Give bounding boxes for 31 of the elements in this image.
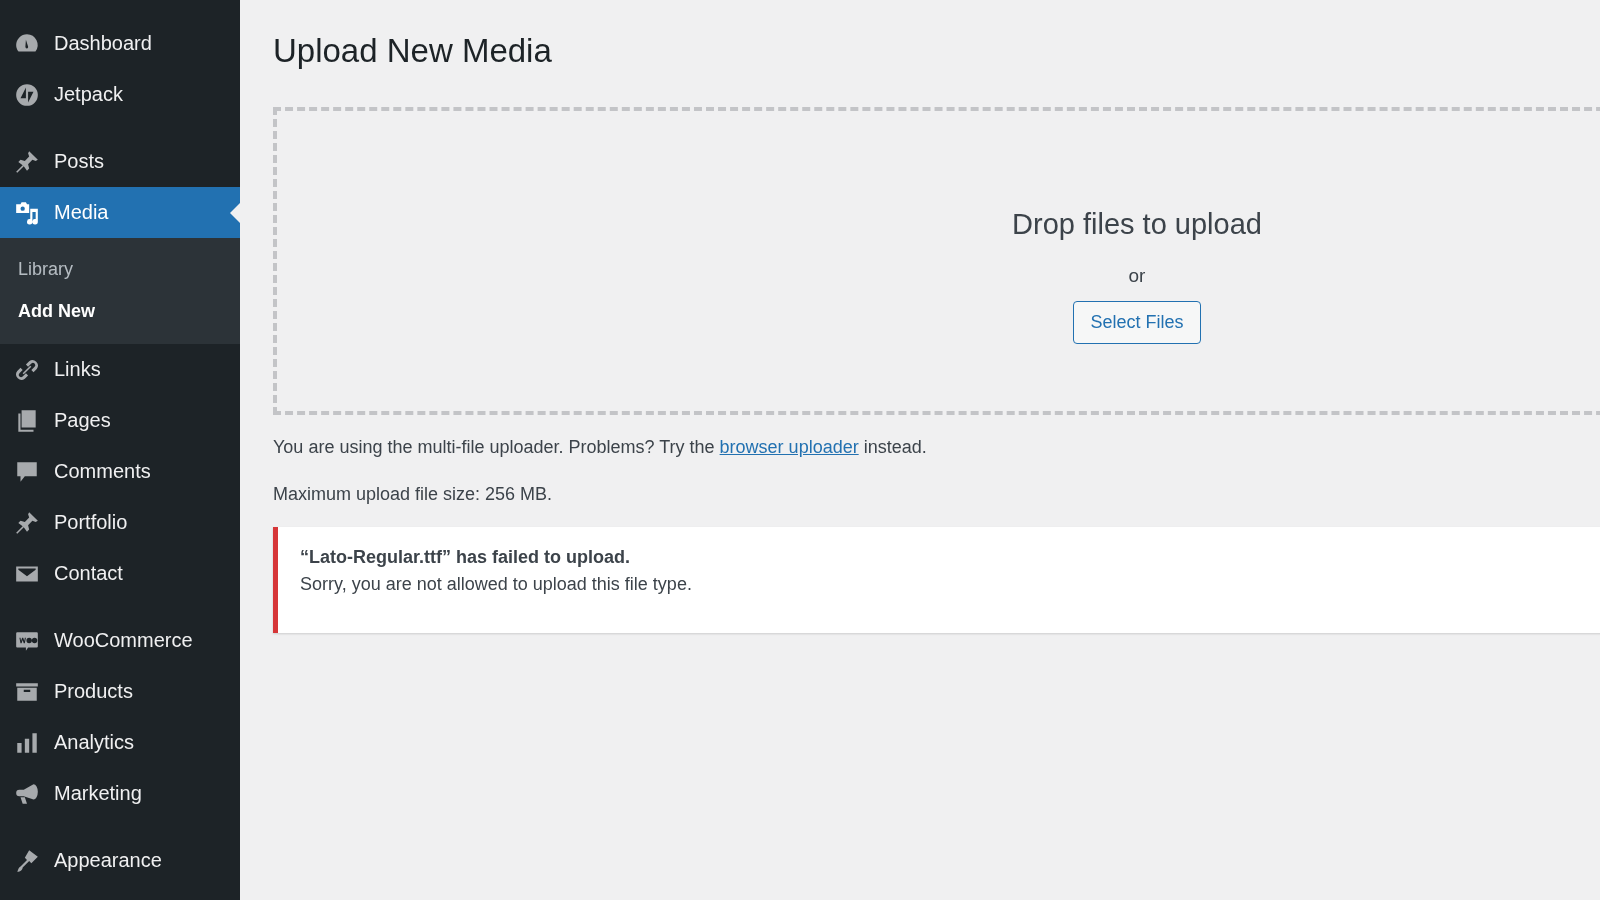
submenu-item[interactable]: Add New <box>0 290 240 332</box>
drop-heading: Drop files to upload <box>1012 208 1262 241</box>
pushpin-icon <box>14 509 40 536</box>
error-message: Sorry, you are not allowed to upload this file type. <box>300 574 693 595</box>
paintbrush-icon <box>14 847 40 874</box>
page-title: Upload New Media <box>273 32 553 70</box>
menu-item[interactable]: Portfolio <box>0 497 240 548</box>
menu-item[interactable]: Dashboard <box>0 18 240 69</box>
menu-item[interactable]: WooCommerce <box>0 615 240 666</box>
browser-uploader-link[interactable]: browser uploader <box>719 437 859 457</box>
menu-item[interactable]: Links <box>0 344 240 395</box>
menu-item[interactable]: Marketing <box>0 768 240 819</box>
menu-item[interactable]: Jetpack <box>0 69 240 120</box>
menu-item[interactable]: Posts <box>0 136 240 187</box>
menu-item[interactable]: Media <box>0 187 240 238</box>
media-icon <box>14 199 40 226</box>
uploader-note: You are using the multi-file uploader. Problems? Try the browser uploader instead. <box>273 437 928 458</box>
drop-zone[interactable]: Drop files to upload or Select Files <box>273 107 1600 415</box>
or-text: or <box>1128 265 1146 287</box>
menu-item[interactable]: Contact <box>0 548 240 599</box>
bolt-icon <box>14 81 40 108</box>
menu-item[interactable]: Appearance <box>0 835 240 886</box>
submenu-item[interactable]: Library <box>0 248 240 290</box>
menu-item[interactable]: Comments <box>0 446 240 497</box>
pushpin-icon <box>14 148 40 175</box>
error-title: “Lato-Regular.ttf” has failed to upload. <box>300 547 631 568</box>
menu-item[interactable]: Analytics <box>0 717 240 768</box>
menu-item[interactable]: Products <box>0 666 240 717</box>
max-size-text: Maximum upload file size: 256 MB. <box>273 484 554 505</box>
menu-item[interactable]: Pages <box>0 395 240 446</box>
select-files-button[interactable]: Select Files <box>1073 301 1201 344</box>
